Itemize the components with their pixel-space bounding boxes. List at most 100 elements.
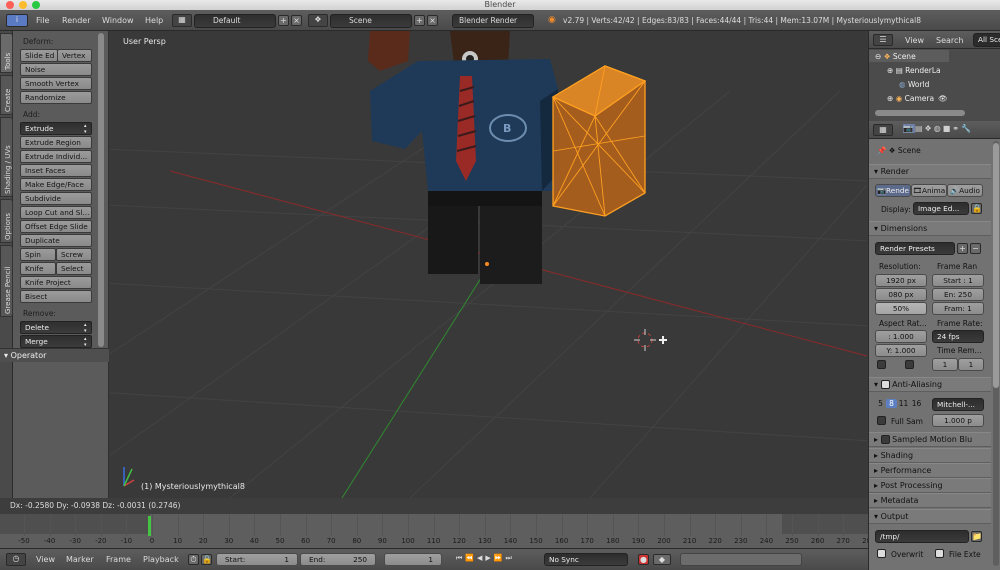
- jump-start-icon[interactable]: ⏮: [456, 554, 465, 562]
- maximize-window-button[interactable]: [32, 1, 40, 9]
- subdivide-button[interactable]: Subdivide: [20, 192, 92, 205]
- aa-samples-5[interactable]: 5: [875, 399, 886, 408]
- auto-keying-record-icon[interactable]: ●: [638, 554, 649, 565]
- remove-preset-button[interactable]: −: [970, 243, 981, 254]
- object-tab-icon[interactable]: ■: [943, 124, 953, 133]
- overwrite-checkbox[interactable]: [877, 549, 886, 558]
- operator-panel-header[interactable]: ▾ Operator: [0, 348, 109, 362]
- start-frame-field[interactable]: Start: 1: [216, 553, 298, 566]
- keying-set-field[interactable]: [680, 553, 802, 566]
- file-browser-icon[interactable]: 📁: [971, 531, 982, 542]
- timeline-editor-type-icon[interactable]: ◷: [6, 553, 26, 566]
- current-frame-field[interactable]: 1: [384, 553, 442, 566]
- aa-samples-11[interactable]: 11: [897, 399, 910, 408]
- tool-shelf-scrollbar[interactable]: [98, 33, 104, 347]
- modifiers-tab-icon[interactable]: 🔧: [961, 124, 973, 133]
- jump-keyframe-forward-icon[interactable]: ⏩: [494, 554, 506, 562]
- outliner-menu-search[interactable]: Search: [936, 36, 963, 45]
- menu-window[interactable]: Window: [102, 16, 134, 25]
- extrude-region-button[interactable]: Extrude Region: [20, 136, 92, 149]
- time-remap-new-field[interactable]: 1: [958, 358, 984, 371]
- slide-vertex-button[interactable]: Vertex: [57, 49, 92, 62]
- offset-edge-slide-button[interactable]: Offset Edge Slide: [20, 220, 92, 233]
- shading-panel-header[interactable]: ▸ Shading: [869, 448, 991, 463]
- merge-dropdown[interactable]: Merge: [20, 335, 92, 348]
- sync-mode-dropdown[interactable]: No Sync: [544, 553, 628, 566]
- use-preview-range-icon[interactable]: ⏱: [188, 554, 199, 565]
- lock-range-icon[interactable]: 🔒: [201, 554, 212, 565]
- constraints-tab-icon[interactable]: ⚭: [952, 124, 961, 133]
- output-path-field[interactable]: /tmp/: [875, 530, 969, 543]
- minimize-window-button[interactable]: [19, 1, 27, 9]
- time-remap-old-field[interactable]: 1: [932, 358, 958, 371]
- properties-scrollbar[interactable]: [993, 143, 999, 388]
- knife-select-button[interactable]: Select: [56, 262, 92, 275]
- smooth-vertex-button[interactable]: Smooth Vertex: [20, 77, 92, 90]
- render-presets-dropdown[interactable]: Render Presets: [875, 242, 955, 255]
- frame-end-field[interactable]: En: 250: [932, 288, 984, 301]
- dimensions-panel-header[interactable]: ▾ Dimensions: [869, 221, 991, 236]
- resolution-x-field[interactable]: 1920 px: [875, 274, 927, 287]
- screen-layout-field[interactable]: Default: [194, 14, 276, 28]
- crop-checkbox[interactable]: [905, 360, 914, 369]
- outliner-item-camera[interactable]: ⊕ ◉ Camera 👁: [887, 94, 948, 103]
- pin-icon[interactable]: 📌: [877, 146, 886, 155]
- filter-size-field[interactable]: 1.000 p: [932, 414, 984, 427]
- timeline-editor[interactable]: -50 -40 -30 -20 -10 0 10 20 30 40 50 60 70 80 90 100 110…: [0, 514, 875, 548]
- knife-button[interactable]: Knife: [20, 262, 56, 275]
- loop-cut-button[interactable]: Loop Cut and Sl...: [20, 206, 92, 219]
- knife-project-button[interactable]: Knife Project: [20, 276, 92, 289]
- render-audio-button[interactable]: 🔊Audio: [947, 184, 983, 197]
- metadata-panel-header[interactable]: ▸ Metadata: [869, 493, 991, 508]
- add-screen-button[interactable]: +: [278, 15, 289, 26]
- file-extensions-checkbox[interactable]: [935, 549, 944, 558]
- performance-panel-header[interactable]: ▸ Performance: [869, 463, 991, 478]
- resolution-y-field[interactable]: 080 px: [875, 288, 927, 301]
- aa-samples-16[interactable]: 16: [910, 399, 923, 408]
- menu-render[interactable]: Render: [62, 16, 90, 25]
- menu-help[interactable]: Help: [145, 16, 163, 25]
- make-edge-face-button[interactable]: Make Edge/Face: [20, 178, 92, 191]
- add-scene-button[interactable]: +: [414, 15, 425, 26]
- outliner-item-world[interactable]: ◍ World: [899, 80, 929, 89]
- frame-rate-dropdown[interactable]: 24 fps: [932, 330, 984, 343]
- frame-start-field[interactable]: Start : 1: [932, 274, 984, 287]
- motion-blur-checkbox[interactable]: [880, 435, 890, 444]
- outliner-display-mode-dropdown[interactable]: All Sce: [973, 33, 1000, 47]
- border-checkbox[interactable]: [877, 360, 886, 369]
- world-tab-icon[interactable]: ◍: [934, 124, 943, 133]
- scene-field[interactable]: Scene: [330, 14, 412, 28]
- jump-end-icon[interactable]: ⏭: [506, 554, 515, 562]
- output-panel-header[interactable]: ▾ Output: [869, 509, 991, 524]
- outliner-item-scene[interactable]: ⊖ ❖ Scene: [875, 52, 916, 61]
- play-icon[interactable]: ▶: [485, 554, 493, 562]
- aa-samples-8[interactable]: 8: [886, 399, 897, 408]
- menu-file[interactable]: File: [36, 16, 49, 25]
- remove-screen-button[interactable]: ×: [291, 15, 302, 26]
- full-sample-checkbox[interactable]: [877, 416, 886, 425]
- outliner-menu-view[interactable]: View: [905, 36, 924, 45]
- render-panel-header[interactable]: ▾ Render: [869, 164, 991, 179]
- remove-scene-button[interactable]: ×: [427, 15, 438, 26]
- timeline-menu-marker[interactable]: Marker: [66, 555, 94, 564]
- render-animation-button[interactable]: 🎞Anima: [911, 184, 947, 197]
- outliner-scrollbar[interactable]: [875, 110, 965, 116]
- outliner-item-renderlayers[interactable]: ⊕ ▤ RenderLa: [887, 66, 941, 75]
- scene-icon[interactable]: ❖: [308, 14, 328, 27]
- extrude-dropdown[interactable]: Extrude: [20, 122, 92, 135]
- bisect-button[interactable]: Bisect: [20, 290, 92, 303]
- end-frame-field[interactable]: End: 250: [300, 553, 376, 566]
- keying-mode-icon[interactable]: ◆: [653, 554, 671, 565]
- frame-step-field[interactable]: Fram: 1: [932, 302, 984, 315]
- slide-edge-button[interactable]: Slide Ed: [20, 49, 58, 62]
- close-window-button[interactable]: [6, 1, 14, 9]
- tab-shading-uvs[interactable]: Shading / UVs: [0, 117, 13, 197]
- post-processing-panel-header[interactable]: ▸ Post Processing: [869, 478, 991, 493]
- tab-options[interactable]: Options: [0, 199, 13, 243]
- jump-keyframe-back-icon[interactable]: ⏪: [465, 554, 477, 562]
- render-layers-tab-icon[interactable]: ▤: [915, 124, 925, 133]
- lock-interface-icon[interactable]: 🔒: [971, 203, 982, 214]
- screw-button[interactable]: Screw: [56, 248, 92, 261]
- tab-grease-pencil[interactable]: Grease Pencil: [0, 245, 13, 317]
- motion-blur-panel-header[interactable]: ▸ Sampled Motion Blu: [869, 432, 991, 447]
